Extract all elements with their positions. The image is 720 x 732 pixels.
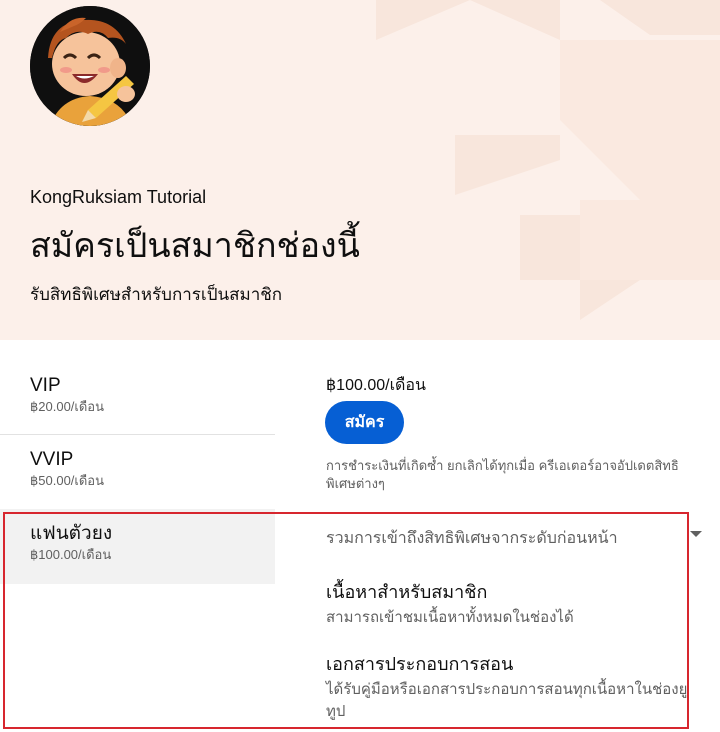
membership-hero: KongRuksiam Tutorial สมัครเป็นสมาชิกช่อง… — [0, 0, 720, 340]
previous-tier-perks-label: รวมการเข้าถึงสิทธิพิเศษจากระดับก่อนหน้า — [326, 530, 618, 547]
tier-price: ฿20.00/เดือน — [30, 399, 104, 414]
perk-description: ได้รับคู่มือหรือเอกสารประกอบการสอนทุกเนื… — [326, 681, 688, 720]
perk-item-members-content: เนื้อหาสำหรับสมาชิก สามารถเข้าชมเนื้อหาท… — [326, 580, 696, 629]
tier-item-vip[interactable]: VIP ฿20.00/เดือน — [0, 360, 275, 435]
perk-title: เนื้อหาสำหรับสมาชิก — [326, 582, 488, 602]
channel-name: KongRuksiam Tutorial — [30, 187, 207, 207]
tier-name: VIP — [30, 375, 61, 396]
channel-avatar — [30, 6, 150, 126]
cartoon-avatar-icon — [30, 6, 150, 126]
page-subtitle: รับสิทธิพิเศษสำหรับการเป็นสมาชิก — [30, 285, 283, 304]
perk-description: สามารถเข้าชมเนื้อหาทั้งหมดในช่องได้ — [326, 609, 574, 626]
tier-price: ฿50.00/เดือน — [30, 473, 104, 488]
perk-item-teaching-docs: เอกสารประกอบการสอน ได้รับคู่มือหรือเอกสา… — [326, 652, 696, 723]
join-button[interactable]: สมัคร — [325, 401, 404, 444]
tier-name: VVIP — [30, 449, 74, 470]
billing-note: การชำระเงินที่เกิดซ้ำ ยกเลิกได้ทุกเมื่อ … — [326, 458, 679, 491]
perk-title: เอกสารประกอบการสอน — [326, 654, 514, 674]
selected-tier-price: ฿100.00/เดือน — [326, 377, 426, 394]
caret-down-icon[interactable] — [690, 531, 702, 537]
tier-item-vvip[interactable]: VVIP ฿50.00/เดือน — [0, 436, 275, 511]
page-title: สมัครเป็นสมาชิกช่องนี้ — [30, 227, 360, 265]
